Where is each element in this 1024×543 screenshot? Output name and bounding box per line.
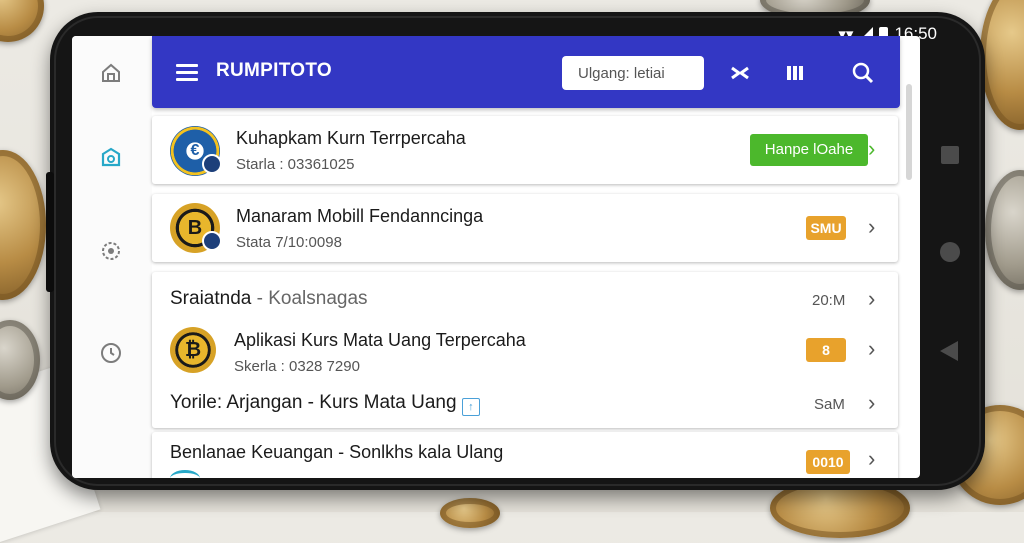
list-item[interactable]: ₿ Aplikasi Kurs Mata Uang Terpercaha Ske… xyxy=(152,324,898,380)
list-item-title: Yorile: Arjangan - Kurs Mata Uang ↑ xyxy=(170,392,480,416)
status-badge: 0010 xyxy=(806,450,850,474)
clock-icon[interactable] xyxy=(98,340,124,366)
list-item-title: Manaram Mobill Fendanncinga xyxy=(236,206,484,226)
list-item-subtitle: Stata 7/10:0098 xyxy=(236,234,342,251)
background-coin xyxy=(985,170,1024,290)
app-logo: ₿ xyxy=(170,327,216,373)
menu-icon[interactable] xyxy=(176,64,198,81)
circle-icon[interactable] xyxy=(940,242,960,262)
settings-icon[interactable] xyxy=(98,238,124,264)
app-bar: RUMPITOTO xyxy=(152,36,900,108)
app-screen: RUMPITOTO € Kuhapkam Kurn Terrpercaha St… xyxy=(72,36,920,478)
chevron-right-icon[interactable]: › xyxy=(868,136,875,162)
list-item-meta: SaM xyxy=(814,396,845,413)
camera-icon[interactable] xyxy=(98,144,124,170)
swap-icon[interactable] xyxy=(727,60,753,86)
background-coin xyxy=(0,150,46,300)
list-item[interactable]: Yorile: Arjangan - Kurs Mata Uang ↑ SaM … xyxy=(152,386,898,422)
list-item-title: Kuhapkam Kurn Terrpercaha xyxy=(236,128,466,148)
background-coin xyxy=(0,0,44,42)
section-subtitle: Koalsnagas xyxy=(268,288,368,309)
phone-side-button xyxy=(46,172,54,292)
section-meta: 20:M xyxy=(812,292,846,309)
background-coin xyxy=(980,0,1024,130)
chevron-right-icon[interactable]: › xyxy=(868,336,875,362)
chevron-right-icon[interactable]: › xyxy=(868,446,875,472)
chevron-right-icon[interactable]: › xyxy=(868,214,875,240)
chevron-right-icon[interactable]: › xyxy=(868,286,875,312)
app-logo: € xyxy=(170,126,222,176)
background-coin xyxy=(440,498,500,528)
list-item[interactable]: Benlanae Keuangan - Sonlkhs kala Ulang 0… xyxy=(152,432,898,478)
list-item[interactable]: B Manaram Mobill Fendanncinga Stata 7/10… xyxy=(152,194,898,262)
square-icon[interactable] xyxy=(941,146,959,164)
left-rail xyxy=(72,36,152,478)
back-triangle-icon[interactable] xyxy=(940,341,958,361)
chevron-right-icon[interactable]: › xyxy=(868,390,875,416)
list-item-subtitle: Skerla : 0328 7290 xyxy=(234,358,360,375)
app-title: RUMPITOTO xyxy=(216,60,333,81)
action-button[interactable]: Hanpe lOahe xyxy=(750,134,868,166)
logo-badge xyxy=(202,231,222,251)
section-separator: - xyxy=(256,288,269,309)
list-item-subtitle: Starla : 03361025 xyxy=(236,156,355,173)
app-logo: B xyxy=(170,203,222,253)
external-link-icon: ↑ xyxy=(461,398,480,416)
app-logo-mark: ₿ xyxy=(184,338,202,361)
section-title[interactable]: Sraiatnda - Koalsnagas xyxy=(170,288,368,310)
list-item-title: Aplikasi Kurs Mata Uang Terpercaha xyxy=(234,330,526,350)
status-badge: SMU xyxy=(806,216,846,240)
partial-logo-icon xyxy=(170,470,200,478)
list-item[interactable]: € Kuhapkam Kurn Terrpercaha Starla : 033… xyxy=(152,116,898,184)
search-input[interactable] xyxy=(562,56,704,90)
list-item-title-text: Yorile: Arjangan - Kurs Mata Uang xyxy=(170,392,457,413)
section-title-text: Sraiatnda xyxy=(170,288,252,309)
section-card: Sraiatnda - Koalsnagas 20:M › ₿ Aplikasi… xyxy=(152,272,898,428)
home-icon[interactable] xyxy=(98,60,124,86)
search-icon[interactable] xyxy=(850,60,876,86)
columns-icon[interactable] xyxy=(782,60,808,86)
scrollbar[interactable] xyxy=(906,84,912,180)
status-badge: 8 xyxy=(806,338,846,362)
logo-badge xyxy=(202,154,222,174)
list-item-title: Benlanae Keuangan - Sonlkhs kala Ulang xyxy=(170,442,504,462)
